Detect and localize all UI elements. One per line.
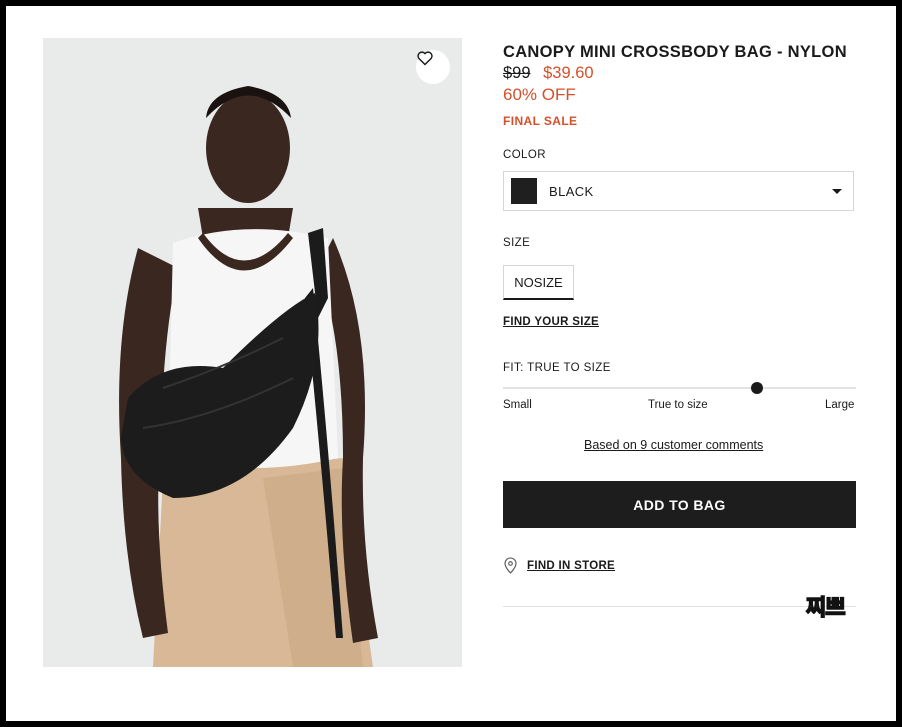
original-price: $99 [503,64,531,82]
color-value: BLACK [549,183,594,199]
page-frame: CANOPY MINI CROSSBODY BAG - NYLON $99 $3… [6,6,896,721]
find-your-size-link[interactable]: FIND YOUR SIZE [503,316,599,328]
color-swatch [511,178,537,204]
final-sale-badge: FINAL SALE [503,114,578,128]
size-option-nosize[interactable]: NOSIZE [503,265,574,300]
watermark-sticker: 찌쁘 [805,594,846,621]
product-title: CANOPY MINI CROSSBODY BAG - NYLON [503,43,847,61]
find-in-store-link[interactable]: FIND IN STORE [503,557,615,574]
heart-icon [417,51,433,66]
find-in-store-label: FIND IN STORE [527,559,616,572]
size-label: SIZE [503,237,531,249]
add-to-bag-button[interactable]: ADD TO BAG [503,481,856,528]
fit-small-label: Small [503,399,532,411]
fit-large-label: Large [825,399,855,411]
fit-label: FIT: TRUE TO SIZE [503,362,611,374]
price-row: $99 $39.60 [503,64,594,83]
fit-true-label: True to size [648,399,708,411]
wishlist-button[interactable] [416,50,450,84]
color-label: COLOR [503,149,546,161]
customer-comments-link[interactable]: Based on 9 customer comments [584,438,763,452]
color-select[interactable]: BLACK [503,171,854,211]
discount-label: 60% OFF [503,85,576,104]
location-pin-icon [504,557,517,574]
fit-scale-track [503,387,856,389]
sale-price: $39.60 [543,64,594,82]
product-image[interactable] [43,38,462,667]
divider [503,606,856,607]
fit-scale-indicator [751,382,763,394]
caret-down-icon [832,189,842,194]
model-photo [43,38,462,667]
